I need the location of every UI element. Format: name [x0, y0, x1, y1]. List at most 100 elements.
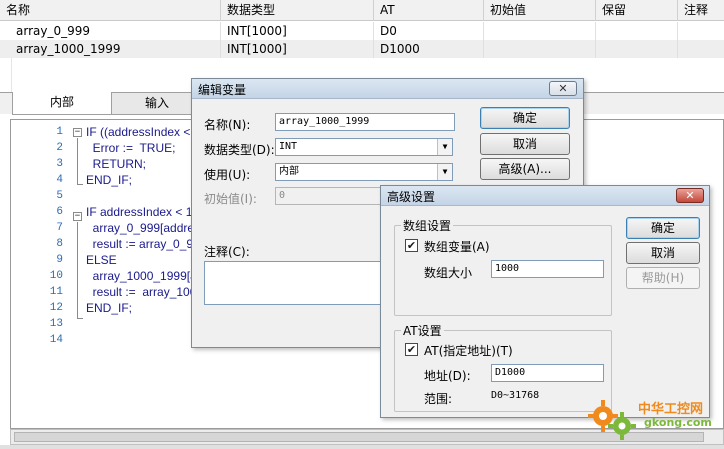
cell-initial-value[interactable]: [484, 22, 596, 40]
code-line[interactable]: array_0_999[addres: [86, 220, 200, 236]
datatype-label: 数据类型(D):: [204, 143, 275, 157]
table-header: 名称 数据类型 AT 初始值 保留 注释: [0, 0, 724, 21]
line-number: 14: [49, 334, 63, 346]
advanced-settings-dialog: 高级设置 ✕ 数组设置 ✔ 数组变量(A) 数组大小 1000 AT设置 ✔ A…: [380, 185, 710, 418]
fold-guide: [77, 222, 78, 319]
address-field[interactable]: D1000: [491, 364, 604, 382]
group-label: AT设置: [401, 322, 444, 339]
name-label: 名称(N):: [204, 118, 251, 132]
code-line[interactable]: IF addressIndex < 10: [86, 204, 199, 220]
column-header-retain[interactable]: 保留: [596, 0, 678, 21]
close-icon[interactable]: ✕: [549, 81, 577, 96]
array-variable-label: 数组变量(A): [424, 240, 490, 254]
cell-retain[interactable]: [596, 22, 678, 40]
group-label: 数组设置: [401, 217, 454, 234]
line-number: 9: [56, 254, 63, 266]
array-variable-checkbox[interactable]: ✔: [405, 239, 418, 252]
comment-textarea[interactable]: [204, 261, 384, 305]
range-value: D0~31768: [491, 390, 540, 401]
usage-value: 内部: [279, 166, 299, 177]
datatype-select[interactable]: INT ▼: [275, 138, 453, 156]
line-number: 11: [49, 286, 63, 298]
fold-guide: [77, 138, 78, 185]
cell-name[interactable]: array_0_999: [12, 22, 221, 40]
chevron-down-icon[interactable]: ▼: [437, 139, 452, 155]
code-line[interactable]: IF ((addressIndex < 0: [86, 124, 200, 140]
close-icon[interactable]: ✕: [676, 188, 704, 203]
dialog-titlebar[interactable]: 高级设置 ✕: [381, 186, 709, 206]
code-line[interactable]: END_IF;: [86, 172, 132, 188]
watermark-title: 中华工控网: [638, 402, 704, 417]
array-settings-group: 数组设置 ✔ 数组变量(A) 数组大小 1000: [394, 217, 612, 316]
gkong-watermark-logo: 中华工控网 gkong.com: [588, 396, 718, 440]
status-strip: [0, 445, 724, 449]
line-number: 2: [56, 142, 63, 154]
tab-internal[interactable]: 内部: [12, 92, 112, 115]
array-size-field[interactable]: 1000: [491, 260, 604, 278]
code-line[interactable]: result := array_100: [86, 284, 197, 300]
advanced-button[interactable]: 高级(A)...: [480, 158, 570, 180]
cell-retain[interactable]: [596, 40, 678, 58]
address-label: 地址(D):: [424, 369, 471, 383]
code-line[interactable]: END_IF;: [86, 300, 132, 316]
cancel-button[interactable]: 取消: [626, 242, 700, 264]
cell-datatype[interactable]: INT[1000]: [221, 22, 374, 40]
table-row[interactable]: array_0_999 INT[1000] D0: [0, 22, 724, 40]
line-number: 7: [56, 222, 63, 234]
line-number: 3: [56, 158, 63, 170]
row-indicator-divider: [11, 58, 12, 92]
datatype-value: INT: [279, 141, 298, 152]
ok-button[interactable]: 确定: [626, 217, 700, 239]
at-settings-group: AT设置 ✔ AT(指定地址)(T) 地址(D): D1000 范围: D0~3…: [394, 322, 612, 412]
watermark-subtitle: gkong.com: [644, 416, 712, 429]
cell-at[interactable]: D0: [374, 22, 484, 40]
line-number: 1: [56, 126, 63, 138]
column-header-at[interactable]: AT: [374, 0, 484, 21]
code-line[interactable]: result := array_0_99: [86, 236, 200, 252]
array-size-label: 数组大小: [424, 266, 473, 280]
at-address-checkbox[interactable]: ✔: [405, 343, 418, 356]
help-button: 帮助(H): [626, 267, 700, 289]
table-row[interactable]: array_1000_1999 INT[1000] D1000: [0, 40, 724, 58]
usage-label: 使用(U):: [204, 168, 251, 182]
column-header-comment[interactable]: 注释: [678, 0, 724, 21]
ok-button[interactable]: 确定: [480, 107, 570, 129]
code-line[interactable]: RETURN;: [86, 156, 146, 172]
line-number: 6: [56, 206, 63, 218]
dialog-titlebar[interactable]: 编辑变量 ✕: [192, 79, 583, 99]
line-number: 12: [49, 302, 63, 314]
range-label: 范围:: [424, 392, 453, 406]
line-number: 8: [56, 238, 63, 250]
cell-datatype[interactable]: INT[1000]: [221, 40, 374, 58]
line-number: 10: [49, 270, 63, 282]
initial-value-label: 初始值(I):: [204, 192, 257, 206]
column-header-initial-value[interactable]: 初始值: [484, 0, 596, 21]
fold-end-marker: [77, 318, 83, 319]
cell-name[interactable]: array_1000_1999: [12, 40, 221, 58]
usage-select[interactable]: 内部 ▼: [275, 163, 453, 181]
code-line[interactable]: array_1000_1999[a: [86, 268, 197, 284]
cell-at[interactable]: D1000: [374, 40, 484, 58]
fold-collapse-icon[interactable]: −: [73, 212, 82, 221]
at-address-label: AT(指定地址)(T): [424, 344, 513, 358]
name-field[interactable]: array_1000_1999: [275, 113, 455, 131]
line-number: 5: [56, 190, 63, 202]
cell-comment[interactable]: [678, 22, 724, 40]
cancel-button[interactable]: 取消: [480, 133, 570, 155]
column-header-datatype[interactable]: 数据类型: [221, 0, 374, 21]
chevron-down-icon[interactable]: ▼: [437, 164, 452, 180]
fold-end-marker: [77, 184, 83, 185]
code-line[interactable]: ELSE: [86, 252, 117, 268]
line-number: 13: [49, 318, 63, 330]
line-number: 4: [56, 174, 63, 186]
column-header-name[interactable]: 名称: [0, 0, 221, 21]
cell-comment[interactable]: [678, 40, 724, 58]
dialog-title: 高级设置: [387, 190, 436, 204]
tab-input[interactable]: 输入: [111, 93, 203, 115]
gear-icon: [588, 400, 636, 440]
dialog-title: 编辑变量: [198, 83, 247, 97]
cell-initial-value[interactable]: [484, 40, 596, 58]
code-line[interactable]: Error := TRUE;: [86, 140, 176, 156]
fold-collapse-icon[interactable]: −: [73, 128, 82, 137]
comment-label: 注释(C):: [204, 245, 250, 259]
